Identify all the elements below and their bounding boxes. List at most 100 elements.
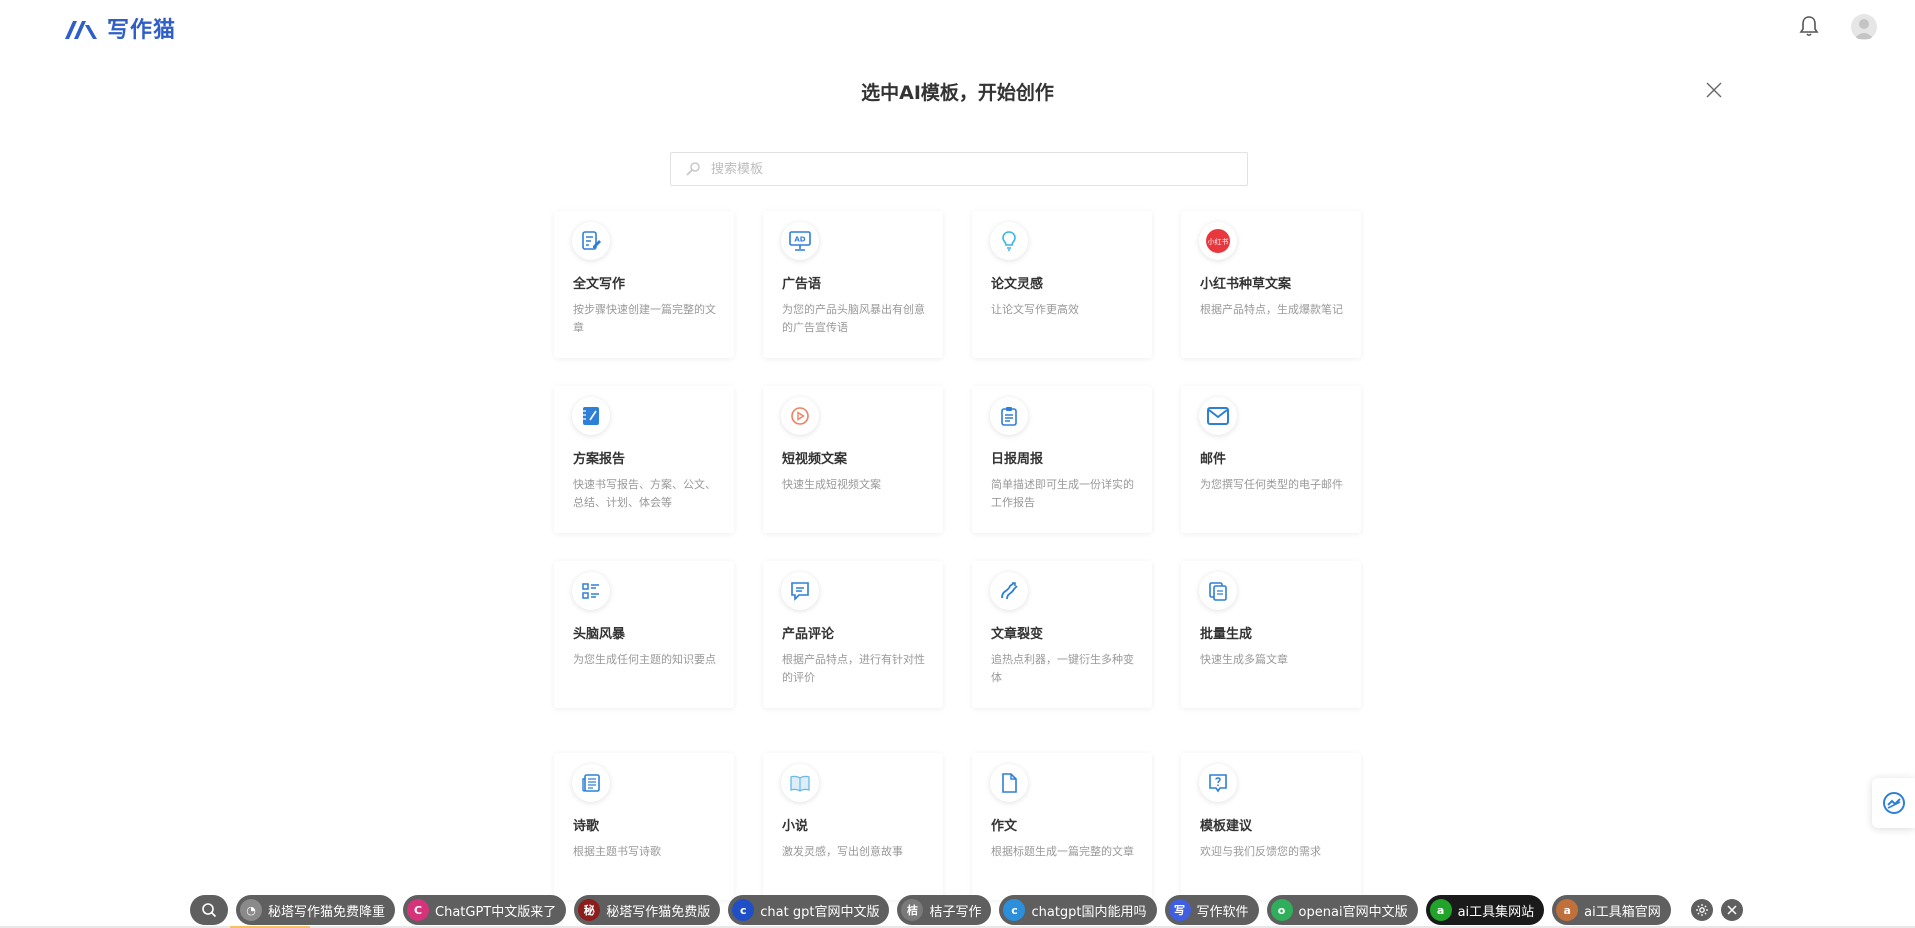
link-label: chatgpt国内能用吗	[1031, 904, 1147, 920]
template-card-report[interactable]: 方案报告 快速书写报告、方案、公文、总结、计划、体会等	[554, 386, 734, 533]
link-badge-icon: 写	[1168, 899, 1191, 921]
user-avatar[interactable]	[1851, 14, 1877, 40]
template-card-novel[interactable]: 小说 激发灵感，写出创意故事	[763, 753, 943, 900]
card-title: 头脑风暴	[573, 627, 626, 642]
logo-mark-icon	[65, 21, 97, 39]
assistant-icon	[1882, 792, 1905, 814]
card-title: 小红书种草文案	[1200, 277, 1292, 292]
card-title: 文章裂变	[991, 627, 1044, 642]
bottom-link[interactable]: a ai工具箱官网	[1552, 895, 1671, 925]
bottom-bar-close-button[interactable]	[1720, 899, 1743, 921]
link-badge-icon: C	[407, 899, 430, 921]
card-desc: 让论文写作更高效	[991, 303, 1079, 316]
close-icon	[1727, 905, 1737, 915]
template-card-xiaohongshu[interactable]: 小红书 小红书种草文案 根据产品特点，生成爆款笔记	[1181, 211, 1361, 358]
bottom-link[interactable]: C ChatGPT中文版来了	[403, 895, 567, 925]
search-icon	[202, 903, 217, 918]
notification-bell-icon[interactable]	[1797, 14, 1821, 38]
play-icon	[781, 397, 819, 435]
floating-assistant-button[interactable]	[1872, 778, 1915, 828]
copies-icon	[1199, 572, 1237, 610]
comment-icon	[781, 572, 819, 610]
close-icon[interactable]	[1704, 80, 1724, 100]
link-badge-icon: c	[1003, 899, 1026, 921]
card-title: 产品评论	[782, 627, 835, 642]
bottom-link[interactable]: 秘 秘塔写作猫免费版	[574, 895, 721, 925]
bottom-link[interactable]: ◔ 秘塔写作猫免费降重	[236, 895, 396, 925]
bottom-link[interactable]: a ai工具集网站	[1425, 895, 1545, 925]
card-title: 短视频文案	[782, 452, 848, 467]
card-desc: 简单描述即可生成一份详实的工作报告	[991, 478, 1134, 509]
card-desc: 追热点利器，一键衍生多种变体	[991, 653, 1134, 684]
list-icon	[572, 572, 610, 610]
card-desc: 为您生成任何主题的知识要点	[573, 653, 716, 666]
link-label: 秘塔写作猫免费版	[606, 904, 711, 920]
template-card-essay[interactable]: 作文 根据标题生成一篇完整的文章	[972, 753, 1152, 900]
link-badge-icon: o	[1270, 899, 1293, 921]
book-icon	[781, 764, 819, 802]
avatar-user-icon	[1854, 19, 1874, 39]
split-icon	[990, 572, 1028, 610]
link-badge-icon: 桔	[901, 899, 924, 921]
card-title: 诗歌	[573, 819, 600, 834]
template-card-short-video[interactable]: 短视频文案 快速生成短视频文案	[763, 386, 943, 533]
newspaper-icon	[572, 764, 610, 802]
bottom-link[interactable]: c chatgpt国内能用吗	[999, 895, 1157, 925]
template-search[interactable]	[670, 152, 1248, 186]
xiaohongshu-icon: 小红书	[1199, 222, 1237, 260]
card-title: 批量生成	[1200, 627, 1253, 642]
link-badge-icon: ◔	[240, 899, 262, 921]
link-badge-icon: c	[732, 899, 755, 921]
template-card-daily-weekly-report[interactable]: 日报周报 简单描述即可生成一份详实的工作报告	[972, 386, 1152, 533]
card-title: 方案报告	[573, 452, 626, 467]
ad-board-icon: AD	[781, 222, 819, 260]
template-card-product-review[interactable]: 产品评论 根据产品特点，进行有针对性的评价	[763, 561, 943, 708]
card-desc: 快速生成多篇文章	[1200, 653, 1288, 666]
search-input[interactable]	[711, 161, 1231, 177]
bottom-link[interactable]: 写 写作软件	[1164, 895, 1259, 925]
svg-text:AD: AD	[794, 236, 805, 244]
xiaohongshu-icon-text: 小红书	[1208, 237, 1229, 246]
bottom-link[interactable]: c chat gpt官网中文版	[728, 895, 890, 925]
template-card-brainstorm[interactable]: 头脑风暴 为您生成任何主题的知识要点	[554, 561, 734, 708]
modal-title: 选中AI模板，开始创作	[861, 82, 1054, 104]
link-label: 秘塔写作猫免费降重	[268, 904, 386, 920]
link-label: chat gpt官网中文版	[760, 904, 880, 920]
card-title: 小说	[782, 819, 809, 834]
template-row: 头脑风暴 为您生成任何主题的知识要点 产品评论 根据产品特点，进行有针对性的评价…	[554, 561, 1361, 708]
card-desc: 欢迎与我们反馈您的需求	[1200, 845, 1321, 858]
template-card-full-article[interactable]: 全文写作 按步骤快速创建一篇完整的文章	[554, 211, 734, 358]
bottom-link[interactable]: o openai官网中文版	[1266, 895, 1418, 925]
gear-icon	[1695, 904, 1708, 916]
template-card-batch-generate[interactable]: 批量生成 快速生成多篇文章	[1181, 561, 1361, 708]
link-label: ai工具箱官网	[1584, 904, 1661, 920]
logo-text: 写作猫	[107, 17, 177, 43]
template-row: 全文写作 按步骤快速创建一篇完整的文章 AD 广告语 为您的产品头脑风暴出有创意…	[554, 211, 1361, 358]
card-desc: 根据产品特点，生成爆款笔记	[1200, 303, 1343, 316]
card-desc: 为您的产品头脑风暴出有创意的广告宣传语	[782, 303, 925, 334]
template-card-article-fission[interactable]: 文章裂变 追热点利器，一键衍生多种变体	[972, 561, 1152, 708]
bottom-bar-settings-button[interactable]	[1690, 899, 1713, 921]
card-desc: 根据产品特点，进行有针对性的评价	[782, 653, 925, 684]
template-card-template-suggestion[interactable]: 模板建议 欢迎与我们反馈您的需求	[1181, 753, 1361, 900]
card-desc: 为您撰写任何类型的电子邮件	[1200, 478, 1343, 491]
card-title: 论文灵感	[991, 277, 1044, 292]
lightbulb-icon	[990, 222, 1028, 260]
bottom-search-button[interactable]	[190, 895, 228, 925]
template-card-thesis-ideas[interactable]: 论文灵感 让论文写作更高效	[972, 211, 1152, 358]
template-card-email[interactable]: 邮件 为您撰写任何类型的电子邮件	[1181, 386, 1361, 533]
card-title: 作文	[991, 819, 1018, 834]
card-desc: 按步骤快速创建一篇完整的文章	[573, 303, 716, 334]
doc-edit-icon	[572, 222, 610, 260]
card-title: 广告语	[782, 277, 822, 292]
card-title: 模板建议	[1200, 819, 1253, 834]
notebook-icon	[572, 397, 610, 435]
template-row: 方案报告 快速书写报告、方案、公文、总结、计划、体会等 短视频文案 快速生成短视…	[554, 386, 1361, 533]
bottom-link-bar: ◔ 秘塔写作猫免费降重 C ChatGPT中文版来了 秘 秘塔写作猫免费版 c …	[190, 895, 1743, 925]
logo[interactable]: 写作猫	[63, 12, 176, 44]
template-card-poetry[interactable]: 诗歌 根据主题书写诗歌	[554, 753, 734, 900]
template-card-slogan[interactable]: AD 广告语 为您的产品头脑风暴出有创意的广告宣传语	[763, 211, 943, 358]
link-label: ChatGPT中文版来了	[435, 904, 557, 920]
bottom-link[interactable]: 桔 桔子写作	[897, 895, 992, 925]
link-label: openai官网中文版	[1298, 904, 1408, 920]
